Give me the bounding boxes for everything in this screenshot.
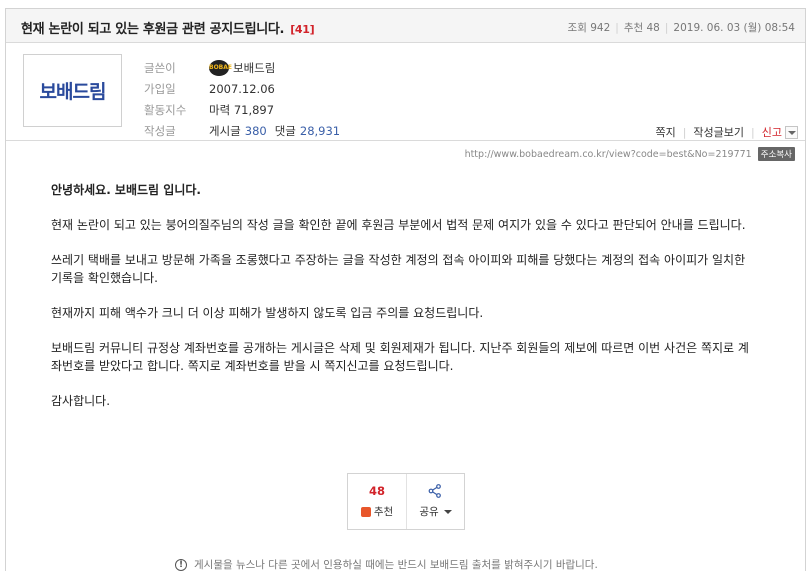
posts-value: 게시글 380 댓글 28,931 [209,123,340,139]
comment-count-badge[interactable]: [41] [290,23,314,36]
author-box: 보배드림 글쓴이 BOBAE 보배드림 가입일 2007.12.06 활동지수 … [6,43,805,141]
posts-row: 작성글 게시글 380 댓글 28,931 [144,120,340,141]
author-comment-count[interactable]: 28,931 [300,124,340,138]
copy-url-button[interactable]: 주소복사 [757,147,795,161]
author-actions: 쪽지 | 작성글보기 | 신고 [655,124,798,140]
recommend-button[interactable]: 48 추천 [348,474,406,529]
content-paragraph: 보배드림 커뮤니티 규정상 계좌번호를 공개하는 게시글은 삭제 및 회원제재가… [51,341,749,373]
view-posts-link[interactable]: 작성글보기 [693,124,744,140]
post-title-text: 현재 논란이 되고 있는 후원금 관련 공지드립니다. [21,22,285,37]
post-count-label: 게시글 [209,123,241,138]
recommend-count: 48 [646,22,660,34]
chevron-down-icon[interactable] [785,125,798,139]
writer-value[interactable]: BOBAE 보배드림 [209,59,275,76]
post-title: 현재 논란이 되고 있는 후원금 관련 공지드립니다. [41] [21,18,315,37]
recommend-label-wrap: 추천 [360,504,394,519]
url-row: http://www.bobaedream.co.kr/view?code=be… [465,147,795,161]
content-paragraph: 안녕하세요. 보배드림 입니다. [51,183,201,197]
writer-label: 글쓴이 [144,60,176,75]
share-button[interactable]: 공유 [405,474,464,529]
thumbs-up-icon [360,506,371,517]
info-icon: ! [175,558,187,571]
recommend-button-label: 추천 [373,506,394,518]
comment-count-label: 댓글 [274,123,296,138]
post-url: http://www.bobaedream.co.kr/view?code=be… [464,148,752,160]
activity-label: 활동지수 [144,102,187,117]
views-count: 942 [590,22,611,34]
author-logo: 보배드림 [23,54,122,127]
writer-row: 글쓴이 BOBAE 보배드림 [144,57,340,78]
message-link[interactable]: 쪽지 [655,124,675,140]
recommend-count-display: 48 [368,484,385,498]
report-link[interactable]: 신고 [762,124,782,140]
content-paragraph: 쓰레기 택배를 보내고 방문해 가족을 조롱했다고 주장하는 글을 작성한 계정… [51,253,746,285]
views-label: 조회 [567,22,587,34]
post-count[interactable]: 380 [245,124,267,138]
citation-notice: ! 게시물을 뉴스나 다른 곳에서 인용하실 때에는 반드시 보배드림 출처를 … [175,557,598,571]
citation-notice-text: 게시물을 뉴스나 다른 곳에서 인용하실 때에는 반드시 보배드림 출처를 밝혀… [194,559,598,571]
recommend-label: 추천 [623,22,644,34]
content-paragraph: 현재까지 피해 액수가 크니 더 이상 피해가 발생하지 않도록 입금 주의를 … [51,306,484,320]
post-frame: 현재 논란이 되고 있는 후원금 관련 공지드립니다. [41] 조회 942 | 추… [5,8,806,571]
content-paragraph: 현재 논란이 되고 있는 붕어의질주님의 작성 글을 확인한 끝에 후원금 부분… [51,218,746,232]
author-info: 글쓴이 BOBAE 보배드림 가입일 2007.12.06 활동지수 마력 71… [144,57,340,141]
activity-row: 활동지수 마력 71,897 [144,99,340,120]
post-meta: 조회 942 | 추천 48 | 2019. 06. 03 (월) 08:54 [567,22,795,34]
share-label-wrap: 공유 [419,504,452,519]
joined-label: 가입일 [144,81,176,96]
post-content: 안녕하세요. 보배드림 입니다. 현재 논란이 되고 있는 붕어의질주님의 작성… [51,181,751,427]
author-logo-text: 보배드림 [39,81,107,103]
post-date: 2019. 06. 03 (월) 08:54 [673,22,795,34]
share-button-label: 공유 [419,506,439,518]
title-bar: 현재 논란이 되고 있는 후원금 관련 공지드립니다. [41] 조회 942 | 추… [6,9,805,43]
activity-value: 마력 71,897 [209,102,275,117]
posts-label: 작성글 [144,123,176,138]
content-paragraph: 감사합니다. [51,394,111,408]
share-icon [429,484,442,498]
vote-box: 48 추천 공유 [347,473,465,530]
joined-row: 가입일 2007.12.06 [144,78,340,99]
joined-value: 2007.12.06 [209,81,275,96]
author-name[interactable]: 보배드림 [233,60,275,76]
caret-down-icon [443,509,452,514]
avatar: BOBAE [209,59,232,76]
